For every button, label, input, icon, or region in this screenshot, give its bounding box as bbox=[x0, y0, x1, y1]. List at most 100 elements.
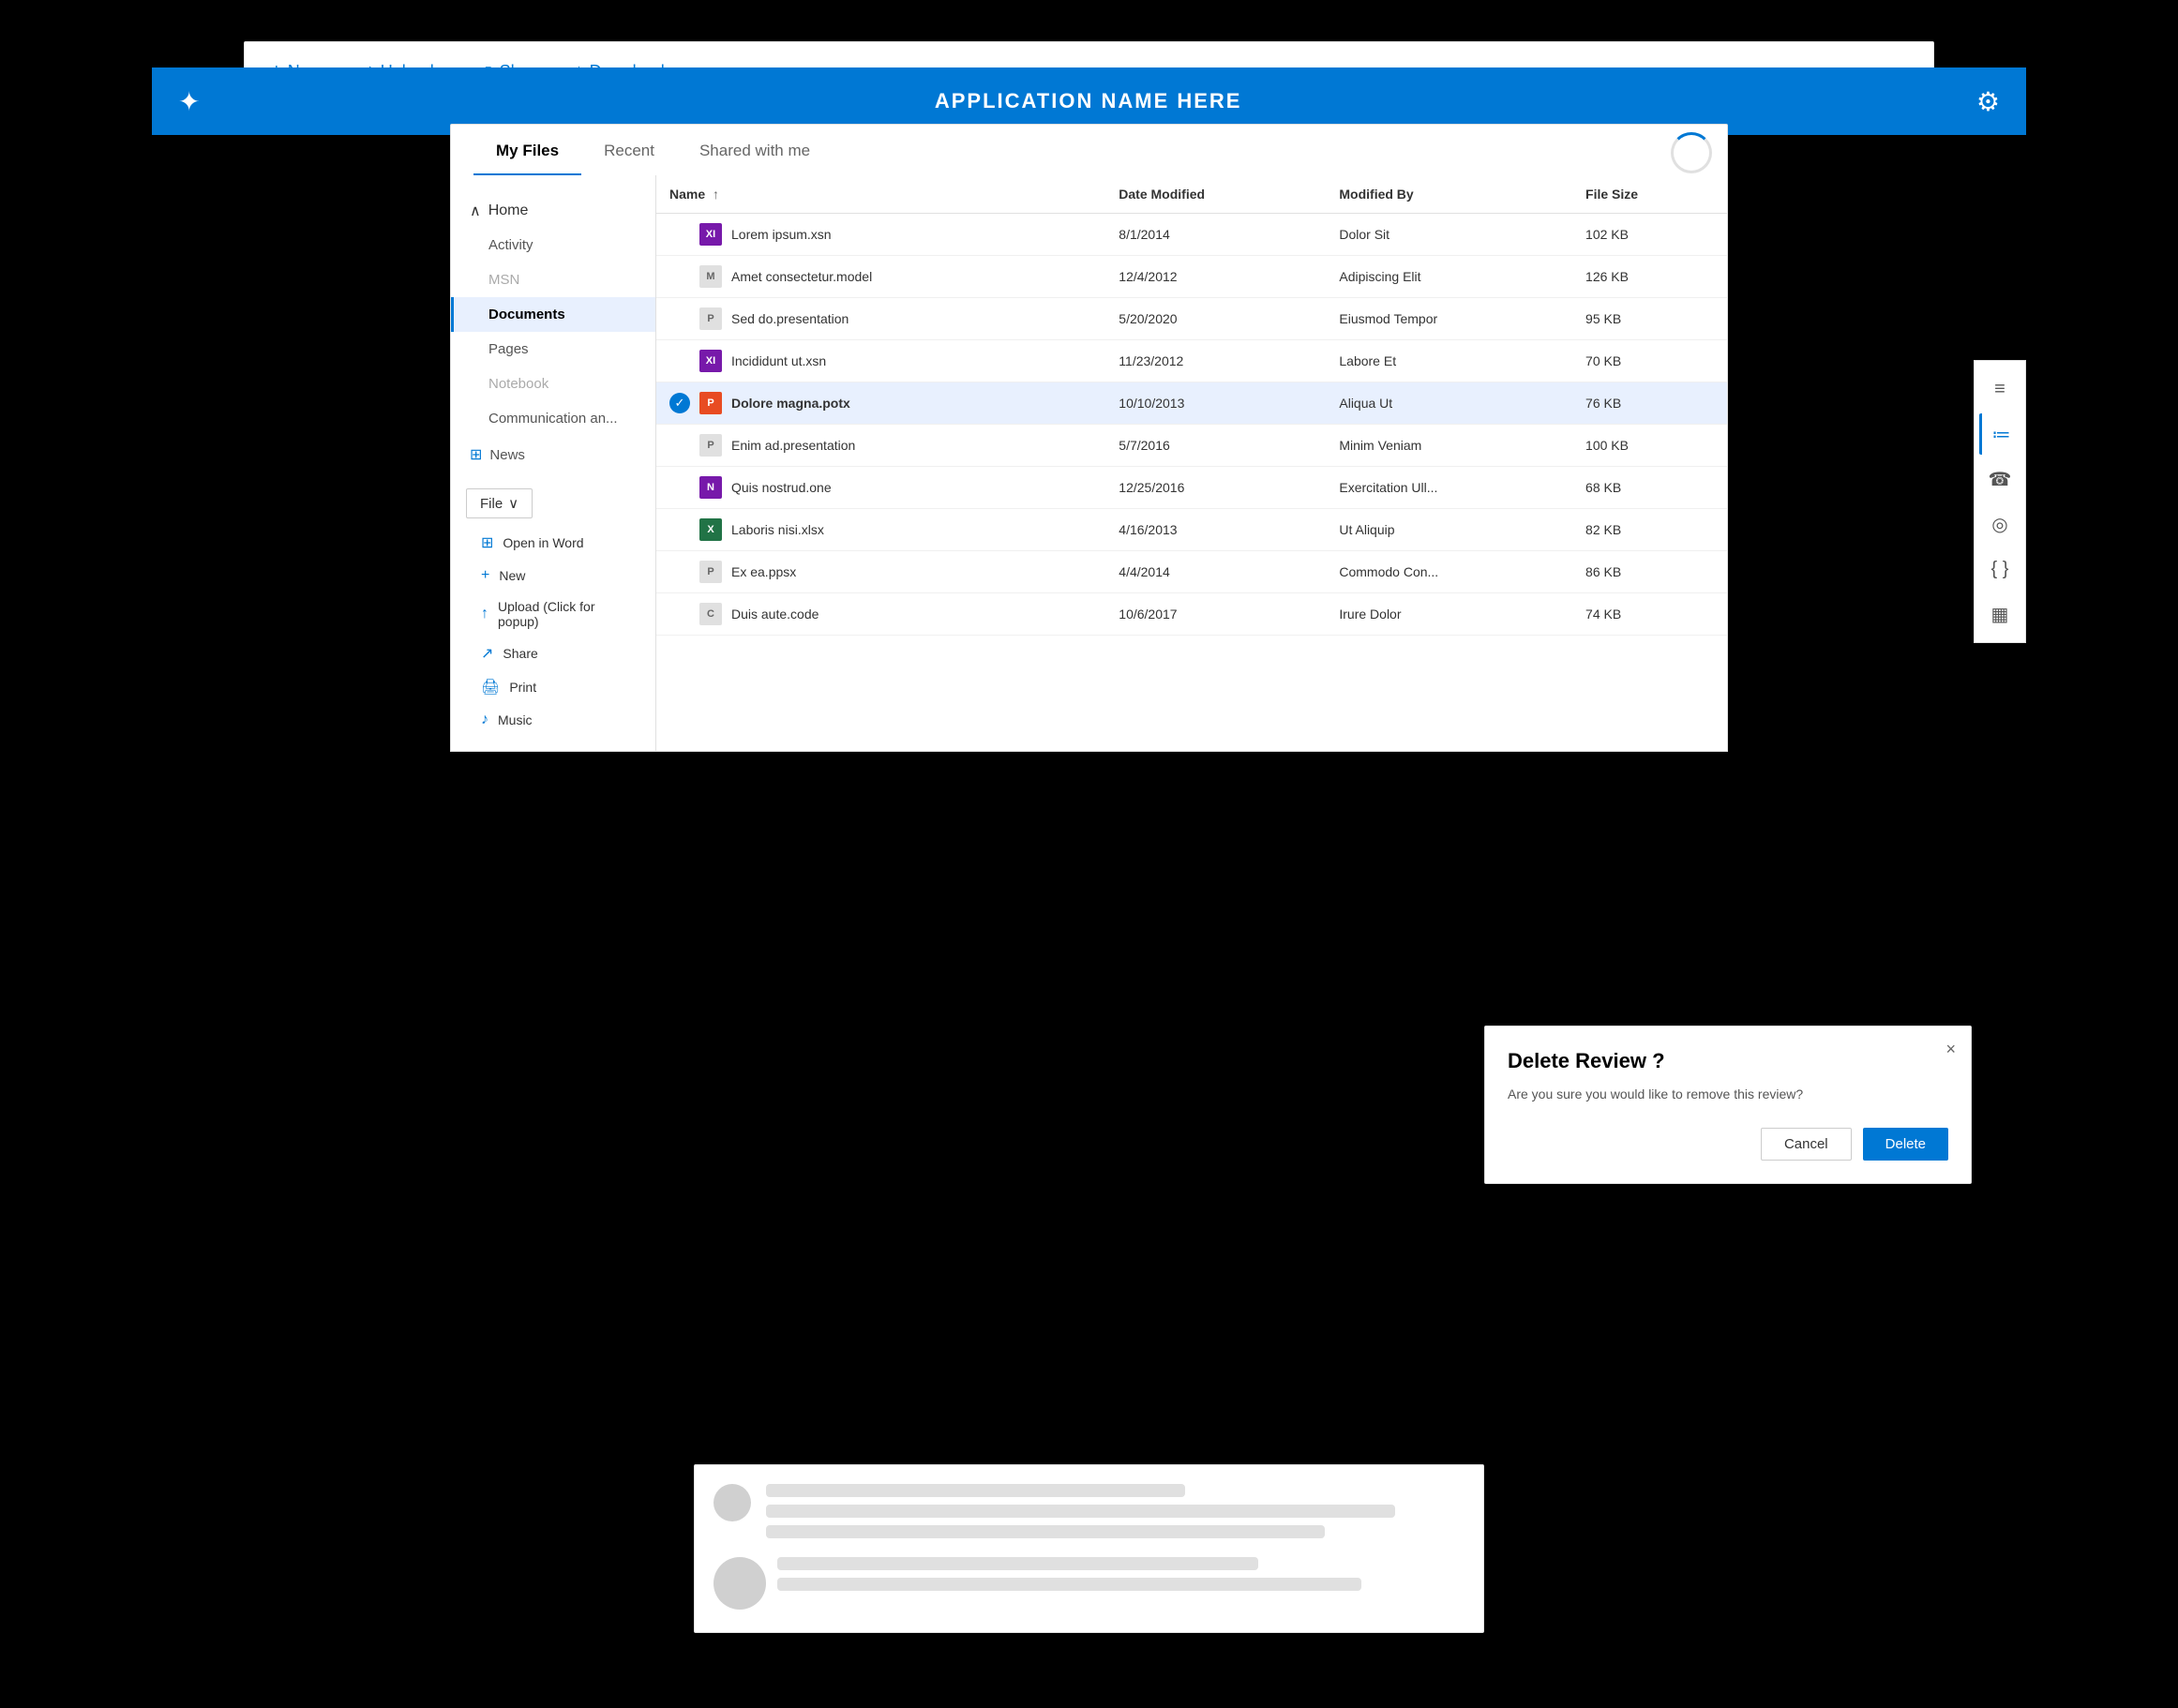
gear-icon[interactable]: ⚙ bbox=[1976, 86, 2000, 117]
table-row[interactable]: P Sed do.presentation 5/20/2020 Eiusmod … bbox=[656, 298, 1727, 340]
file-type-icon: X bbox=[699, 518, 722, 541]
table-row[interactable]: XI Lorem ipsum.xsn 8/1/2014 Dolor Sit 10… bbox=[656, 214, 1727, 256]
file-date: 5/20/2020 bbox=[1105, 298, 1326, 340]
sidebar-item-pages[interactable]: Pages bbox=[451, 332, 655, 367]
file-dropdown-area: File ∨ ⊞ Open in Word + New ↑ Upload (Cl… bbox=[451, 473, 655, 751]
sidebar-item-msn[interactable]: MSN bbox=[451, 262, 655, 297]
file-menu-music[interactable]: ♪ Music bbox=[466, 704, 640, 736]
file-modified-by: Exercitation Ull... bbox=[1326, 467, 1572, 509]
news-label: News bbox=[489, 447, 525, 463]
skeleton-line-5 bbox=[777, 1578, 1361, 1591]
file-type-icon: P bbox=[699, 561, 722, 583]
col-modified-by-header[interactable]: Modified By bbox=[1326, 175, 1572, 214]
tab-shared[interactable]: Shared with me bbox=[677, 125, 833, 176]
file-name-cell: N Quis nostrud.one bbox=[656, 467, 1105, 509]
file-modified-by: Ut Aliquip bbox=[1326, 509, 1572, 551]
file-modified-by: Dolor Sit bbox=[1326, 214, 1572, 256]
file-name: Laboris nisi.xlsx bbox=[731, 522, 824, 537]
upload-menu-label: Upload (Click for popup) bbox=[498, 599, 625, 629]
file-name: Enim ad.presentation bbox=[731, 438, 855, 453]
app-title: APPLICATION NAME HERE bbox=[935, 89, 1242, 113]
file-type-icon: P bbox=[699, 307, 722, 330]
share-menu-label: Share bbox=[503, 646, 537, 661]
sidebar-item-documents[interactable]: Documents bbox=[451, 297, 655, 332]
news-icon: ⊞ bbox=[470, 445, 482, 464]
file-type-icon: XI bbox=[699, 350, 722, 372]
tabs-row: My Files Recent Shared with me bbox=[450, 124, 1728, 175]
file-date: 8/1/2014 bbox=[1105, 214, 1326, 256]
file-menu-share[interactable]: ↗ Share bbox=[466, 637, 640, 670]
table-row[interactable]: XI Incididunt ut.xsn 11/23/2012 Labore E… bbox=[656, 340, 1727, 382]
skeleton-line-3 bbox=[766, 1525, 1325, 1538]
file-name: Ex ea.ppsx bbox=[731, 564, 796, 579]
panel-icon-share-alt[interactable]: ◎ bbox=[1979, 503, 2020, 545]
sidebar-item-communication[interactable]: Communication an... bbox=[451, 401, 655, 436]
file-size: 76 KB bbox=[1572, 382, 1727, 425]
file-modified-by: Labore Et bbox=[1326, 340, 1572, 382]
dialog-buttons: Cancel Delete bbox=[1508, 1128, 1948, 1161]
table-row[interactable]: N Quis nostrud.one 12/25/2016 Exercitati… bbox=[656, 467, 1727, 509]
col-name-header[interactable]: Name ↑ bbox=[656, 175, 1105, 214]
file-size: 82 KB bbox=[1572, 509, 1727, 551]
delete-dialog: × Delete Review ? Are you sure you would… bbox=[1484, 1026, 1972, 1184]
sidebar-item-news[interactable]: ⊞ News bbox=[451, 436, 655, 473]
table-row[interactable]: X Laboris nisi.xlsx 4/16/2013 Ut Aliquip… bbox=[656, 509, 1727, 551]
delete-button[interactable]: Delete bbox=[1863, 1128, 1948, 1161]
open-word-icon: ⊞ bbox=[481, 533, 493, 552]
panel-icon-list[interactable]: ≡ bbox=[1979, 368, 2020, 410]
home-label: Home bbox=[488, 202, 529, 219]
file-chevron-icon: ∨ bbox=[508, 495, 518, 512]
sort-asc-icon: ↑ bbox=[713, 187, 719, 202]
sidebar-item-notebook[interactable]: Notebook bbox=[451, 367, 655, 401]
file-dropdown-button[interactable]: File ∨ bbox=[466, 488, 533, 518]
dialog-body: Are you sure you would like to remove th… bbox=[1508, 1086, 1948, 1101]
music-icon: ♪ bbox=[481, 712, 488, 728]
skeleton-avatar bbox=[713, 1484, 751, 1521]
tab-recent[interactable]: Recent bbox=[581, 125, 677, 176]
table-row[interactable]: C Duis aute.code 10/6/2017 Irure Dolor 7… bbox=[656, 593, 1727, 636]
file-list-container: Name ↑ Date Modified Modified By File Si… bbox=[656, 175, 1728, 752]
cancel-button[interactable]: Cancel bbox=[1761, 1128, 1852, 1161]
new-menu-icon: + bbox=[481, 567, 489, 584]
table-row[interactable]: P Enim ad.presentation 5/7/2016 Minim Ve… bbox=[656, 425, 1727, 467]
col-size-header[interactable]: File Size bbox=[1572, 175, 1727, 214]
dialog-close-button[interactable]: × bbox=[1945, 1040, 1956, 1059]
sidebar-home[interactable]: ∧ Home bbox=[451, 194, 655, 228]
sidebar-item-activity[interactable]: Activity bbox=[451, 228, 655, 262]
file-name: Incididunt ut.xsn bbox=[731, 353, 826, 368]
file-name: Dolore magna.potx bbox=[731, 396, 850, 411]
print-icon: 🖨 bbox=[481, 678, 500, 697]
file-menu-open-word[interactable]: ⊞ Open in Word bbox=[466, 526, 640, 560]
file-menu-new[interactable]: + New bbox=[466, 560, 640, 592]
file-size: 126 KB bbox=[1572, 256, 1727, 298]
print-label: Print bbox=[509, 680, 536, 695]
file-menu-upload[interactable]: ↑ Upload (Click for popup) bbox=[466, 592, 640, 637]
panel-icon-chart[interactable]: ▦ bbox=[1979, 593, 2020, 635]
file-name-cell: ✓ P Dolore magna.potx bbox=[656, 382, 1105, 425]
select-check-icon[interactable]: ✓ bbox=[669, 393, 690, 413]
app-logo-icon: ✦ bbox=[178, 86, 200, 117]
file-date: 10/6/2017 bbox=[1105, 593, 1326, 636]
chevron-up-icon: ∧ bbox=[470, 202, 481, 220]
tab-my-files[interactable]: My Files bbox=[473, 125, 581, 176]
panel-icon-code[interactable]: { } bbox=[1979, 548, 2020, 590]
file-size: 95 KB bbox=[1572, 298, 1727, 340]
file-size: 70 KB bbox=[1572, 340, 1727, 382]
file-type-icon: XI bbox=[699, 223, 722, 246]
file-size: 86 KB bbox=[1572, 551, 1727, 593]
music-label: Music bbox=[498, 712, 533, 727]
table-row[interactable]: P Ex ea.ppsx 4/4/2014 Commodo Con... 86 … bbox=[656, 551, 1727, 593]
file-date: 5/7/2016 bbox=[1105, 425, 1326, 467]
file-name-cell: XI Incididunt ut.xsn bbox=[656, 340, 1105, 382]
file-menu-print[interactable]: 🖨 Print bbox=[466, 670, 640, 704]
file-size: 74 KB bbox=[1572, 593, 1727, 636]
col-date-header[interactable]: Date Modified bbox=[1105, 175, 1326, 214]
file-modified-by: Irure Dolor bbox=[1326, 593, 1572, 636]
table-row[interactable]: M Amet consectetur.model 12/4/2012 Adipi… bbox=[656, 256, 1727, 298]
panel-icon-call[interactable]: ☎ bbox=[1979, 458, 2020, 500]
table-row[interactable]: ✓ P Dolore magna.potx 10/10/2013 Aliqua … bbox=[656, 382, 1727, 425]
panel-icon-details[interactable]: ≔ bbox=[1979, 413, 2020, 455]
file-modified-by: Minim Veniam bbox=[1326, 425, 1572, 467]
file-modified-by: Aliqua Ut bbox=[1326, 382, 1572, 425]
file-modified-by: Commodo Con... bbox=[1326, 551, 1572, 593]
